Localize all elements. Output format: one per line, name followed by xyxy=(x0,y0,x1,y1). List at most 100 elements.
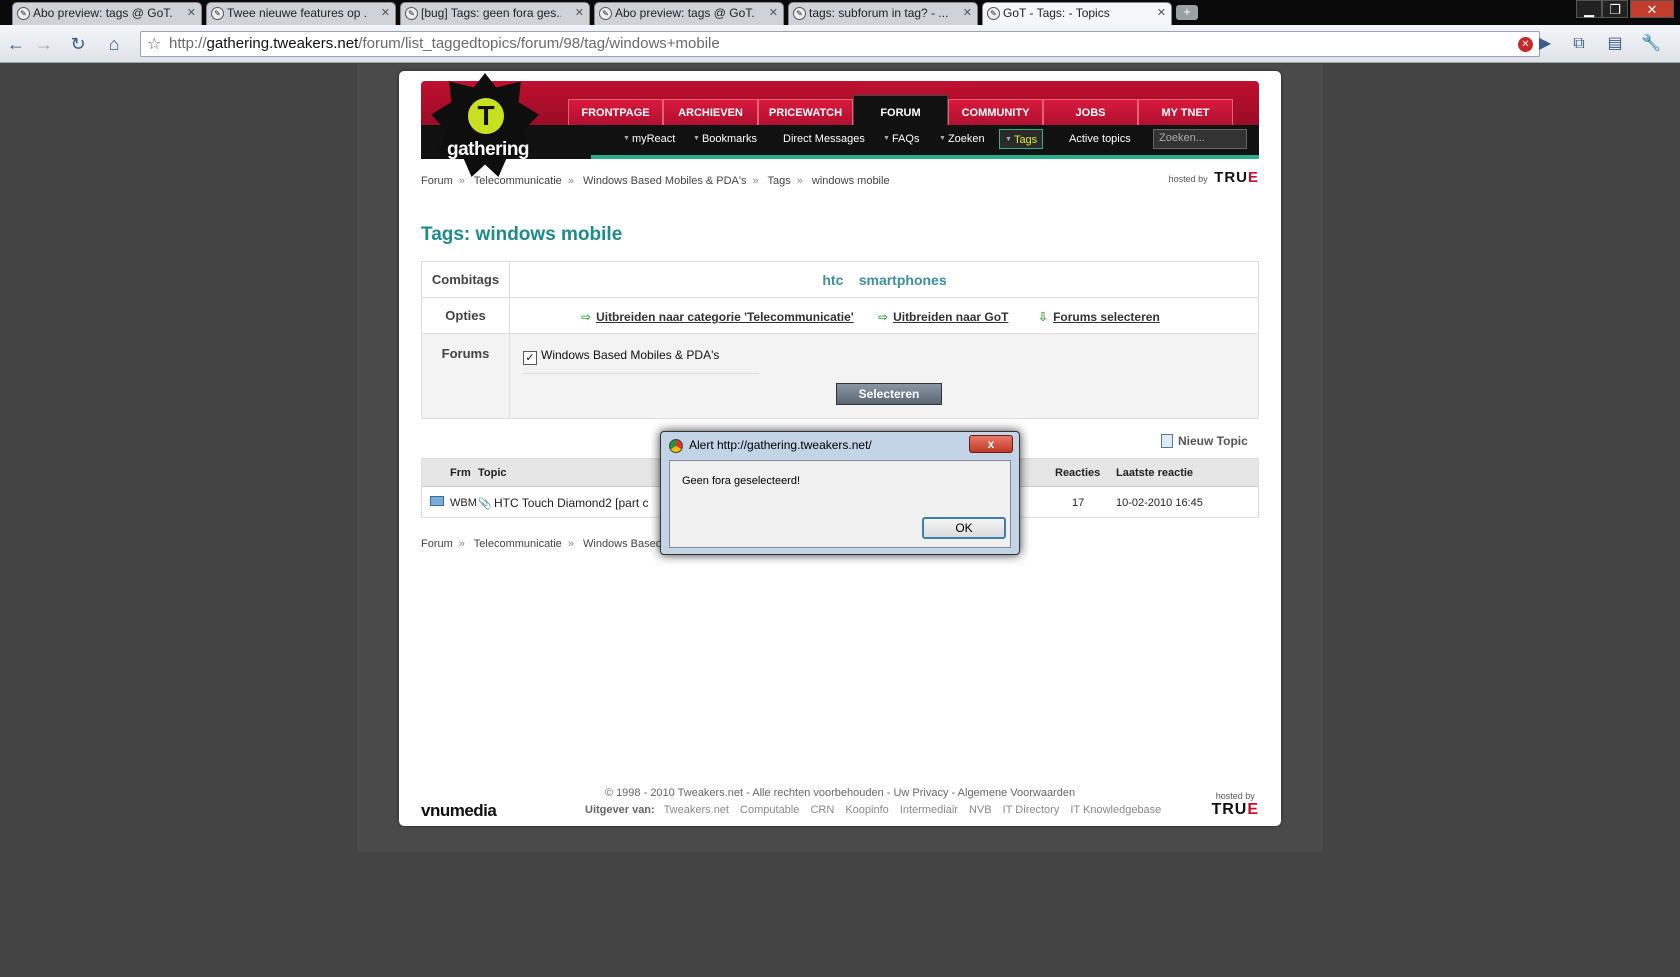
sub-nav-active-topics[interactable]: Active topics xyxy=(1069,129,1131,149)
tab-close-icon[interactable]: ✕ xyxy=(187,6,196,19)
new-topic-link[interactable]: Nieuw Topic xyxy=(1161,434,1248,448)
forum-checkbox-item[interactable]: ✓ Windows Based Mobiles & PDA's xyxy=(523,348,759,374)
tab-close-icon[interactable]: ✕ xyxy=(381,6,390,19)
window-close-button[interactable]: ✕ xyxy=(1630,0,1674,18)
main-nav-my-tnet[interactable]: MY TNET xyxy=(1138,99,1233,125)
sub-nav-bookmarks[interactable]: ▼ Bookmarks xyxy=(693,129,757,149)
browser-tab-4[interactable]: ✎ Abo preview: tags @ GoT... ✕ xyxy=(594,2,784,25)
footer-copyright: © 1998 - 2010 Tweakers.net - Alle rechte… xyxy=(604,787,1076,799)
header-accent-line xyxy=(591,155,1259,159)
site-search-input[interactable]: Zoeken... xyxy=(1153,129,1247,149)
tab-close-icon[interactable]: ✕ xyxy=(963,6,972,19)
publisher-link[interactable]: Koopinfo xyxy=(845,804,888,816)
browser-tab-6[interactable]: ✎ GoT - Tags: - Topics ✕ xyxy=(982,2,1172,25)
tab-title: Abo preview: tags @ GoT... xyxy=(615,6,755,20)
publisher-link[interactable]: CRN xyxy=(810,804,834,816)
sub-nav-myreact[interactable]: ▼ myReact xyxy=(623,129,675,149)
topic-replies: 17 xyxy=(1072,497,1085,509)
col-frm[interactable]: Frm xyxy=(450,467,471,479)
bookmark-star-icon[interactable]: ☆ xyxy=(147,34,161,54)
main-nav-pricewatch[interactable]: PRICEWATCH xyxy=(758,99,853,125)
col-replies[interactable]: Reacties xyxy=(1055,467,1100,479)
breadcrumb-item[interactable]: Telecommunicatie xyxy=(474,175,562,187)
tab-close-icon[interactable]: ✕ xyxy=(575,6,584,19)
sub-nav-faqs[interactable]: ▼ FAQs xyxy=(883,129,919,149)
col-topic[interactable]: Topic xyxy=(478,467,507,479)
publisher-link[interactable]: Intermediair xyxy=(900,804,958,816)
tab-favicon-icon: ✎ xyxy=(211,7,224,20)
back-icon[interactable]: ← xyxy=(4,32,28,56)
tab-favicon-icon: ✎ xyxy=(987,7,1000,20)
main-nav-frontpage[interactable]: FRONTPAGE xyxy=(568,99,663,125)
alert-dialog: Alert http://gathering.tweakers.net/ x G… xyxy=(660,431,1020,555)
true-logo-text: TRU xyxy=(1211,801,1248,818)
true-logo[interactable]: TRUE xyxy=(1211,801,1259,819)
sub-nav-label: Bookmarks xyxy=(701,133,757,145)
minimize-button[interactable]: ▁ xyxy=(1576,0,1602,18)
breadcrumb-item[interactable]: Telecommunicatie xyxy=(474,538,562,550)
extension-icon[interactable]: ⧉ xyxy=(1568,33,1590,55)
publisher-link[interactable]: IT Directory xyxy=(1003,804,1060,816)
expand-got-link[interactable]: ⇨ Uitbreiden naar GoT xyxy=(878,310,1008,324)
forward-icon[interactable]: → xyxy=(32,32,56,56)
vnumedia-logo[interactable]: vnumedia xyxy=(421,801,497,821)
home-icon[interactable]: ⌂ xyxy=(102,32,126,56)
url-scheme: http:// xyxy=(169,35,207,52)
hosted-by: hosted by TRUE xyxy=(1169,169,1259,186)
maximize-button[interactable]: ❐ xyxy=(1602,0,1628,18)
breadcrumb-item[interactable]: Windows Based Mobiles & PDA's xyxy=(583,175,747,187)
true-logo-text: TRU xyxy=(1214,169,1248,186)
reload-icon[interactable]: ↻ xyxy=(66,32,90,56)
main-nav-archieven[interactable]: ARCHIEVEN xyxy=(663,99,758,125)
sub-nav-tags[interactable]: ▼ Tags xyxy=(999,129,1044,149)
topic-last-reply[interactable]: 10-02-2010 16:45 xyxy=(1116,497,1203,509)
new-tab-button[interactable]: + xyxy=(1176,5,1198,20)
breadcrumb-item[interactable]: Tags xyxy=(767,175,790,187)
breadcrumb-item[interactable]: Forum xyxy=(421,538,453,550)
select-forums-link[interactable]: ⇩ Forums selecteren xyxy=(1038,310,1160,324)
publisher-link[interactable]: NVB xyxy=(969,804,992,816)
sub-nav: ▼ myReact ▼ Bookmarks Direct Messages ▼ FAQ… xyxy=(421,125,1259,155)
breadcrumb-item[interactable]: Windows Based I xyxy=(583,538,668,550)
tab-close-icon[interactable]: ✕ xyxy=(1157,6,1166,19)
expand-category-link[interactable]: ⇨ Uitbreiden naar categorie 'Telecommunic… xyxy=(581,310,854,324)
main-nav-jobs[interactable]: JOBS xyxy=(1043,99,1138,125)
publisher-link[interactable]: Computable xyxy=(740,804,799,816)
tab-favicon-icon: ✎ xyxy=(793,7,806,20)
checkbox-checked-icon[interactable]: ✓ xyxy=(523,351,537,365)
sub-nav-label: FAQs xyxy=(891,133,920,145)
dropdown-arrow-icon: ▼ xyxy=(693,135,700,142)
true-logo-e: E xyxy=(1247,801,1259,818)
address-bar[interactable]: ☆ http://gathering.tweakers.net/forum/li… xyxy=(140,31,1540,57)
combitag-smartphones[interactable]: smartphones xyxy=(859,272,947,288)
sub-nav-zoeken[interactable]: ▼ Zoeken xyxy=(939,129,985,149)
new-topic-label: Nieuw Topic xyxy=(1178,434,1248,448)
wrench-icon[interactable]: 🔧 xyxy=(1640,33,1662,55)
tab-close-icon[interactable]: ✕ xyxy=(769,6,778,19)
publisher-link[interactable]: Tweakers.net xyxy=(664,804,729,816)
main-nav-forum[interactable]: FORUM xyxy=(853,95,948,125)
opties-label: Opties xyxy=(422,298,510,333)
publisher-link[interactable]: IT Knowledgebase xyxy=(1070,804,1161,816)
main-nav-community[interactable]: COMMUNITY xyxy=(948,99,1043,125)
breadcrumb-item[interactable]: Forum xyxy=(421,175,453,187)
col-last-reply[interactable]: Laatste reactie xyxy=(1116,467,1193,479)
browser-tab-3[interactable]: ✎ [bug] Tags: geen fora ges... ✕ xyxy=(400,2,590,25)
true-logo[interactable]: TRUE xyxy=(1214,169,1259,186)
page-menu-icon[interactable]: ▤ xyxy=(1604,33,1626,55)
stop-icon[interactable]: ✕ xyxy=(1518,37,1533,52)
browser-tab-5[interactable]: ✎ tags: subforum in tag? - ... ✕ xyxy=(788,2,978,25)
opties-row: Opties ⇨ Uitbreiden naar categorie 'Telec… xyxy=(422,298,1258,334)
link-label: Forums selecteren xyxy=(1053,310,1160,324)
url-path: /forum/list_taggedtopics/forum/98/tag/wi… xyxy=(358,35,720,52)
alert-close-button[interactable]: x xyxy=(969,435,1013,453)
alert-ok-button[interactable]: OK xyxy=(922,517,1006,539)
topic-forum[interactable]: WBM xyxy=(450,497,477,509)
browser-tab-1[interactable]: ✎ Abo preview: tags @ GoT... ✕ xyxy=(12,2,202,25)
sub-nav-direct-messages[interactable]: Direct Messages xyxy=(783,129,865,149)
combitag-htc[interactable]: htc xyxy=(822,272,843,288)
browser-tab-2[interactable]: ✎ Twee nieuwe features op ... ✕ xyxy=(206,2,396,25)
play-icon[interactable]: ▶ xyxy=(1534,33,1556,55)
topic-title[interactable]: HTC Touch Diamond2 [part c xyxy=(494,496,649,510)
select-button[interactable]: Selecteren xyxy=(836,383,942,405)
